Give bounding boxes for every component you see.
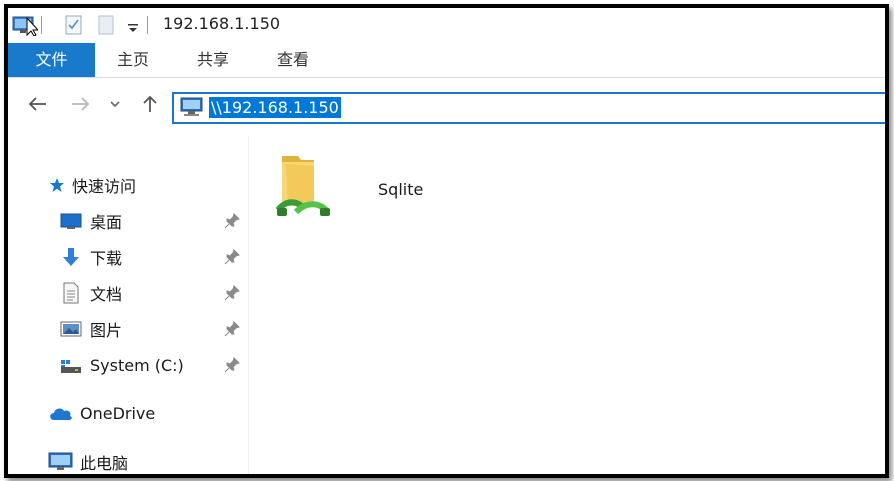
nav-label: System (C:) <box>90 355 184 375</box>
tab-share[interactable]: 共享 <box>188 43 238 77</box>
toolbar-separator <box>41 16 42 34</box>
window-title: 192.168.1.150 <box>163 14 281 33</box>
pin-icon[interactable] <box>224 357 240 373</box>
chevron-down-icon <box>110 101 120 108</box>
title-separator <box>147 16 148 34</box>
forward-button[interactable] <box>68 92 92 116</box>
system-menu-icon[interactable] <box>12 14 38 36</box>
up-button[interactable] <box>138 92 162 116</box>
back-arrow-icon <box>28 97 46 111</box>
shared-folder-icon <box>275 156 330 216</box>
pin-icon[interactable] <box>224 249 240 265</box>
nav-onedrive[interactable]: OneDrive <box>48 398 155 428</box>
nav-item-pictures[interactable]: 图片 <box>60 314 122 344</box>
nav-this-pc[interactable]: 此电脑 <box>48 447 129 474</box>
customize-toolbar-icon[interactable] <box>126 14 140 36</box>
pictures-icon <box>60 318 82 340</box>
nav-label: 快速访问 <box>72 177 137 196</box>
pin-icon[interactable] <box>224 213 240 229</box>
ribbon-tabs: 文件 主页 共享 查看 <box>8 43 885 78</box>
nav-label: 图片 <box>90 321 123 340</box>
address-path[interactable]: \\192.168.1.150 <box>209 97 341 118</box>
explorer-window: 192.168.1.150 文件 主页 共享 查看 \\192.168.1.15… <box>4 4 889 478</box>
network-computer-icon <box>180 97 203 116</box>
star-icon <box>48 174 66 196</box>
document-icon <box>60 282 82 304</box>
nav-quick-access[interactable]: 快速访问 <box>48 170 136 200</box>
list-item[interactable]: Sqlite <box>274 146 439 226</box>
nav-label: OneDrive <box>80 403 156 423</box>
download-icon <box>60 246 82 268</box>
back-button[interactable] <box>26 92 50 116</box>
cloud-icon <box>48 402 74 424</box>
nav-item-downloads[interactable]: 下载 <box>60 242 122 272</box>
drive-icon <box>60 354 82 376</box>
item-name: Sqlite <box>378 180 424 199</box>
nav-item-system-drive[interactable]: System (C:) <box>60 350 184 380</box>
pin-icon[interactable] <box>224 285 240 301</box>
nav-label: 文档 <box>90 285 123 304</box>
nav-item-documents[interactable]: 文档 <box>60 278 122 308</box>
nav-item-desktop[interactable]: 桌面 <box>60 206 122 236</box>
pin-icon[interactable] <box>224 321 240 337</box>
desktop-icon <box>60 210 82 232</box>
navigation-pane: 快速访问 桌面 下载 文档 图片 System (C:) OneDrive 此电… <box>8 136 249 474</box>
navigation-bar: \\192.168.1.150 <box>8 78 885 134</box>
tab-file[interactable]: 文件 <box>8 43 95 77</box>
nav-label: 桌面 <box>90 213 123 232</box>
title-bar: 192.168.1.150 <box>8 8 885 42</box>
computer-icon <box>48 451 74 473</box>
up-arrow-icon <box>143 95 157 112</box>
tab-home[interactable]: 主页 <box>108 43 158 77</box>
new-folder-icon[interactable] <box>96 14 116 36</box>
file-list: Sqlite <box>249 136 885 474</box>
nav-label: 下载 <box>90 249 123 268</box>
properties-icon[interactable] <box>64 14 84 36</box>
forward-arrow-icon <box>72 97 90 111</box>
tab-view[interactable]: 查看 <box>268 43 318 77</box>
recent-locations-button[interactable] <box>107 92 123 116</box>
nav-label: 此电脑 <box>80 454 129 473</box>
address-bar[interactable]: \\192.168.1.150 <box>172 92 885 124</box>
